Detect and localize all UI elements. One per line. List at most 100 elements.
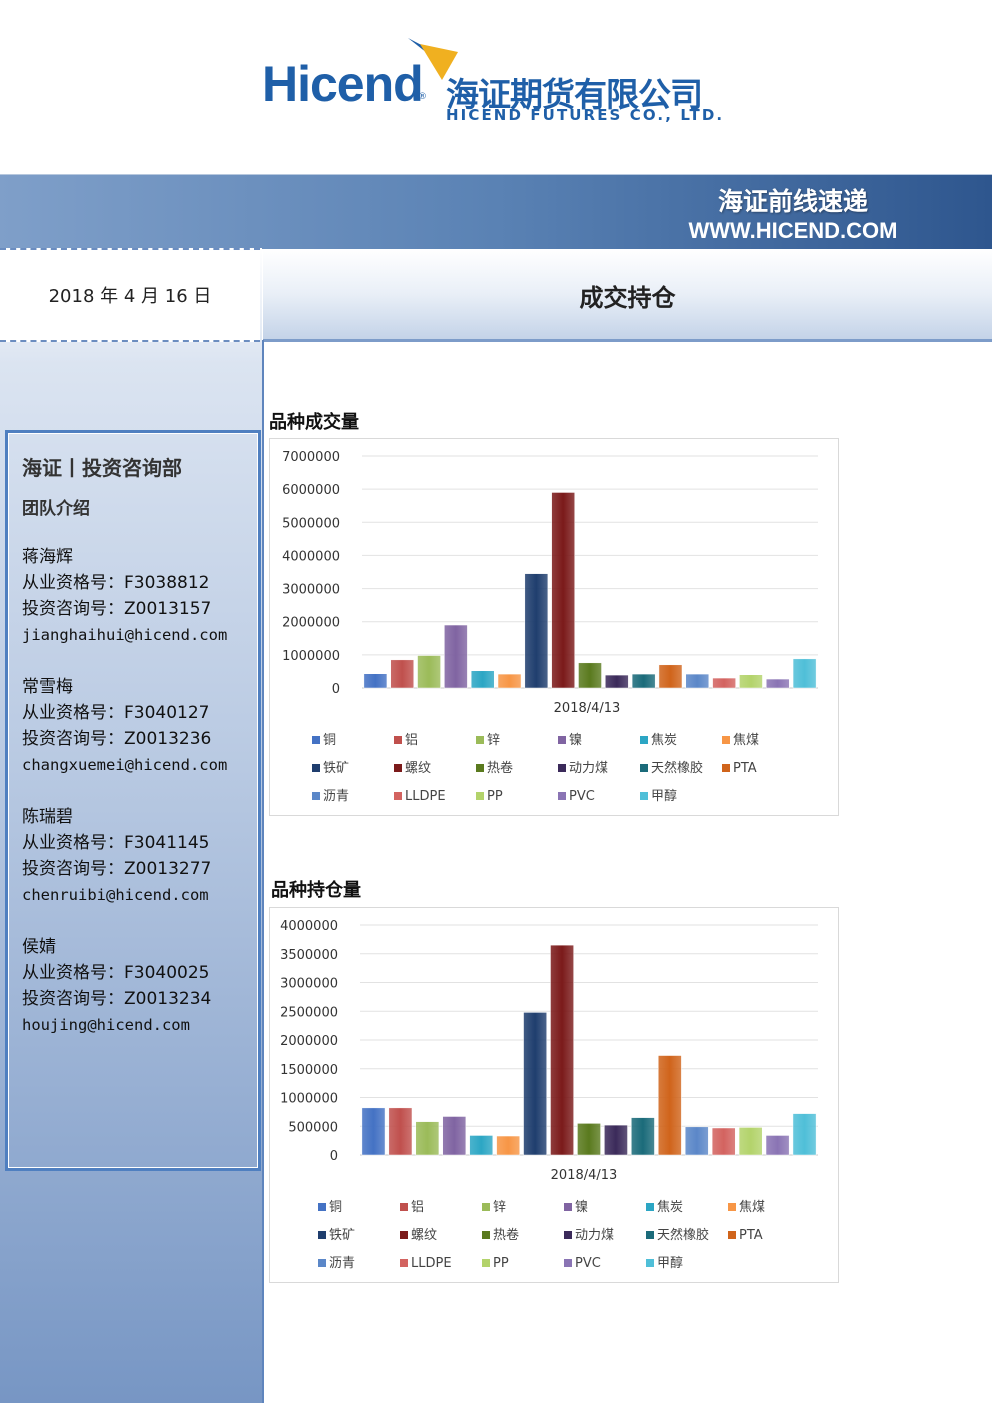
member-advisor-id: 投资咨询号：Z0013234 [22,989,212,1009]
legend-swatch [476,736,484,744]
member-advisor-id: 投资咨询号：Z0013277 [22,859,212,879]
bar-PVC [765,678,790,689]
bar-焦炭 [469,1135,494,1156]
legend-label: 铜 [323,733,336,748]
legend-swatch [564,1231,572,1239]
bar-铝 [390,659,415,689]
legend-label: 热卷 [493,1227,519,1243]
legend-label: 铁矿 [323,761,349,776]
bar-动力煤 [605,674,629,689]
legend-swatch [400,1231,408,1239]
bar-焦煤 [496,1135,521,1156]
bar-沥青 [685,673,710,689]
legend-label: 铁矿 [329,1228,355,1243]
member-name: 陈瑞碧 [22,807,73,827]
chart-volume: 0 1000000 2000000 3000000 4000000 5000000 6000… [282,450,818,804]
legend-label: 沥青 [329,1256,355,1271]
chart-frame-volume: 0 1000000 2000000 3000000 4000000 5000000 6000… [269,438,839,816]
bar-焦煤 [497,673,522,689]
bar-LLDPE [712,677,736,689]
legend-label: 动力煤 [575,1228,614,1243]
y-tick-label: 5000000 [282,516,340,531]
bar-锌 [415,1121,440,1156]
legend-swatch [482,1259,490,1267]
legend-label: PTA [739,1228,763,1243]
legend-label: PP [487,789,503,804]
bar-铜 [361,1107,386,1156]
chart-title-volume: 品种成交量 [269,412,359,433]
legend-swatch [318,1259,326,1267]
team-title: 海证丨投资咨询部 [22,456,182,480]
legend-label: 焦煤 [733,733,759,748]
bar-镍 [442,1116,467,1156]
legend-swatch [646,1259,654,1267]
member-advisor-id: 投资咨询号：Z0013236 [22,729,212,749]
legend-swatch [646,1203,654,1211]
y-tick-label: 4000000 [282,549,340,564]
bar-PTA [658,664,683,689]
y-tick-label: 3500000 [280,948,338,963]
legend-swatch [558,736,566,744]
member-email[interactable]: jianghaihui@hicend.com [22,622,227,648]
y-tick-label: 3000000 [280,977,338,992]
y-tick-label: 6000000 [282,483,340,498]
legend-swatch [312,736,320,744]
legend-swatch [728,1231,736,1239]
legend-label: 焦炭 [651,733,677,748]
legend-swatch [558,792,566,800]
member-email[interactable]: houjing@hicend.com [22,1012,211,1038]
legend-swatch [722,736,730,744]
legend-swatch [312,792,320,800]
legend-label: 焦煤 [739,1200,765,1215]
legend-swatch [482,1231,490,1239]
legend-label: PVC [575,1256,601,1271]
bar-铜 [363,673,388,689]
member-name: 常雪梅 [22,677,73,697]
y-tick-label: 1000000 [282,649,340,664]
legend-swatch [318,1203,326,1211]
member-license: 从业资格号：F3040127 [22,703,210,723]
legend-label: 甲醇 [657,1255,683,1271]
legend-label: 沥青 [323,789,349,804]
legend-label: 动力煤 [569,761,608,776]
team-panel [5,430,261,1171]
legend-swatch [400,1259,408,1267]
bar-甲醇 [792,658,817,689]
legend-swatch [476,792,484,800]
banner-url[interactable]: WWW.HICEND.COM [600,218,986,244]
legend-swatch [312,764,320,772]
chart-open-interest: 0 500000 1000000 1500000 2000000 2500000 30000… [280,919,818,1271]
member-email[interactable]: changxuemei@hicend.com [22,752,227,778]
legend-label: 热卷 [487,760,513,776]
chart-title-open-interest: 品种持仓量 [271,880,361,901]
page-title: 成交持仓 [579,284,676,312]
legend-label: LLDPE [411,1256,452,1271]
bar-PVC [765,1135,790,1156]
bar-热卷 [578,662,602,689]
bar-PTA [657,1055,682,1156]
legend-label: 锌 [493,1200,506,1215]
legend-label: LLDPE [405,789,446,804]
member-email[interactable]: chenruibi@hicend.com [22,882,211,908]
member-license: 从业资格号：F3038812 [22,573,210,593]
member-name: 侯婧 [22,937,56,957]
bar-沥青 [684,1126,709,1156]
column-divider [262,340,264,1403]
legend-swatch [400,1203,408,1211]
member-advisor-id: 投资咨询号：Z0013157 [22,599,212,619]
legend-swatch [564,1259,572,1267]
member-card: 侯婧 从业资格号：F3040025 投资咨询号：Z0013234 houjing… [22,934,211,1038]
legend-swatch [728,1203,736,1211]
brand-logo-en: Hicend [262,56,424,112]
bar-甲醇 [792,1113,817,1156]
bar-PP [739,674,763,689]
y-tick-label: 0 [332,682,340,697]
legend-swatch [640,792,648,800]
legend-label: PVC [569,789,595,804]
y-tick-label: 2000000 [282,616,340,631]
bar-锌 [417,655,441,689]
legend-swatch [722,764,730,772]
bar-天然橡胶 [631,673,656,689]
member-license: 从业资格号：F3041145 [22,833,210,853]
legend-swatch [558,764,566,772]
